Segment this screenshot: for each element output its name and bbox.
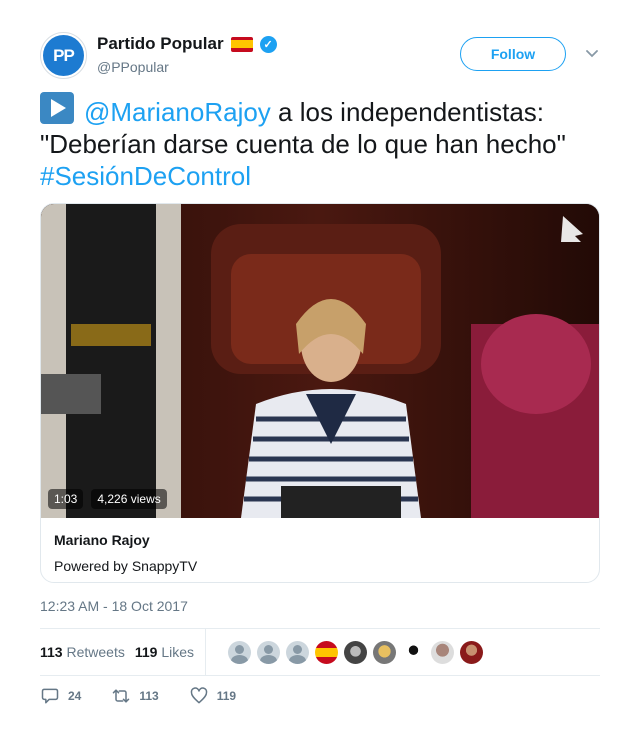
reply-action[interactable]: 24 bbox=[40, 686, 81, 706]
stats-divider bbox=[205, 628, 207, 676]
spain-flag-icon bbox=[230, 36, 253, 52]
play-button-icon bbox=[40, 92, 74, 124]
tweet-timestamp[interactable]: 12:23 AM - 18 Oct 2017 bbox=[40, 598, 188, 614]
verified-badge-icon: ✓ bbox=[259, 35, 277, 53]
card-title[interactable]: Mariano Rajoy bbox=[54, 532, 197, 548]
video-views: 4,226 views bbox=[91, 489, 167, 509]
retweets-stat[interactable]: 113 Retweets bbox=[40, 644, 125, 660]
hashtag-link[interactable]: #SesiónDeControl bbox=[40, 161, 251, 191]
likes-stat[interactable]: 119 Likes bbox=[135, 644, 194, 660]
liker-avatar[interactable] bbox=[257, 640, 281, 664]
liker-avatars bbox=[228, 640, 484, 664]
tweet-header: PP Partido Popular ✓ @PPopular Follow bbox=[40, 32, 600, 80]
follow-button[interactable]: Follow bbox=[460, 37, 566, 71]
tweet-text: @MarianoRajoy a los independentistas: "D… bbox=[40, 92, 610, 192]
card-footer: Mariano Rajoy Powered by SnappyTV bbox=[54, 532, 197, 574]
liker-avatar[interactable] bbox=[286, 640, 310, 664]
media-card[interactable]: 1:03 4,226 views Mariano Rajoy Powered b… bbox=[40, 203, 600, 583]
video-player[interactable]: 1:03 4,226 views bbox=[41, 204, 599, 518]
video-duration: 1:03 bbox=[48, 489, 84, 509]
mention-link[interactable]: @MarianoRajoy bbox=[84, 97, 271, 127]
retweet-count: 113 bbox=[139, 689, 159, 703]
pp-logo: PP bbox=[43, 35, 84, 76]
liker-avatar[interactable] bbox=[228, 640, 252, 664]
liker-avatar[interactable] bbox=[402, 640, 426, 664]
card-subtitle: Powered by SnappyTV bbox=[54, 558, 198, 574]
chevron-down-icon[interactable] bbox=[586, 47, 598, 59]
tweet-stats: 113 Retweets 119 Likes bbox=[40, 628, 600, 676]
reply-count: 24 bbox=[68, 689, 82, 703]
retweet-icon bbox=[113, 689, 130, 703]
liker-avatar[interactable] bbox=[315, 640, 339, 664]
video-meta: 1:03 4,226 views bbox=[48, 489, 167, 509]
avatar[interactable]: PP bbox=[40, 32, 87, 79]
like-action[interactable]: 119 bbox=[189, 686, 236, 706]
heart-icon bbox=[190, 687, 208, 704]
retweet-action[interactable]: 113 bbox=[111, 686, 159, 706]
video-thumbnail bbox=[41, 204, 599, 518]
liker-avatar[interactable] bbox=[431, 640, 455, 664]
user-handle[interactable]: @PPopular bbox=[97, 59, 277, 75]
liker-avatar[interactable] bbox=[460, 640, 484, 664]
liker-avatar[interactable] bbox=[344, 640, 368, 664]
like-count: 119 bbox=[216, 689, 237, 703]
display-name[interactable]: Partido Popular bbox=[97, 34, 224, 54]
reply-icon bbox=[41, 688, 59, 704]
liker-avatar[interactable] bbox=[373, 640, 397, 664]
tweet-actions: 24 113 119 bbox=[40, 686, 236, 706]
user-names: Partido Popular ✓ @PPopular bbox=[97, 34, 277, 75]
